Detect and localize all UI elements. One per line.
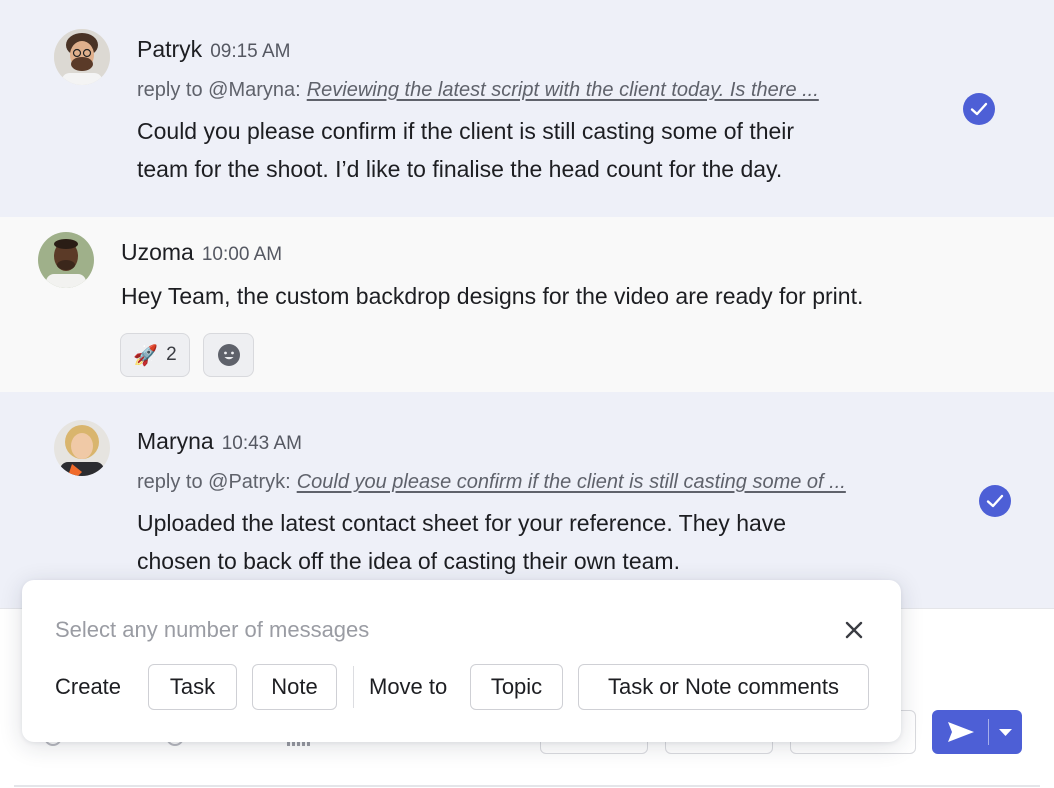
message-uzoma[interactable]: Uzoma 10:00 AM Hey Team, the custom back… bbox=[0, 217, 1054, 392]
add-reaction-icon bbox=[217, 344, 240, 366]
message-time: 09:15 AM bbox=[210, 41, 291, 62]
author-line: Patryk 09:15 AM bbox=[137, 36, 290, 63]
reply-prefix: reply to @Patryk: bbox=[137, 471, 291, 493]
add-reaction-button[interactable] bbox=[203, 333, 254, 377]
author-name: Maryna bbox=[137, 428, 214, 454]
avatar-patryk bbox=[54, 29, 110, 85]
message-body-line: Uploaded the latest contact sheet for yo… bbox=[137, 510, 787, 536]
rocket-icon: 🚀 bbox=[133, 344, 159, 367]
selection-hint: Select any number of messages bbox=[55, 617, 370, 642]
author-line: Maryna 10:43 AM bbox=[137, 428, 302, 455]
reply-quote-link[interactable]: Could you please confirm if the client i… bbox=[297, 471, 846, 493]
message-time: 10:00 AM bbox=[201, 244, 283, 265]
selected-check-icon[interactable] bbox=[979, 485, 1011, 517]
move-to-task-note-comments-button[interactable]: Task or Note comments bbox=[578, 664, 869, 710]
close-button[interactable] bbox=[840, 616, 868, 644]
divider bbox=[14, 785, 1040, 787]
message-maryna[interactable]: Maryna 10:43 AM reply to @Patryk: Could y… bbox=[0, 392, 1054, 608]
author-name: Patryk bbox=[137, 36, 203, 62]
separator bbox=[353, 666, 354, 708]
reply-prefix: reply to @Maryna: bbox=[137, 79, 301, 101]
selected-check-icon[interactable] bbox=[963, 93, 995, 125]
create-task-button[interactable]: Task bbox=[148, 664, 237, 710]
reply-quote-link[interactable]: Reviewing the latest script with the cli… bbox=[307, 79, 819, 101]
message-selection-bar: Select any number of messages Create Tas… bbox=[22, 580, 901, 742]
reply-reference: reply to @Maryna: Reviewing the latest sc… bbox=[137, 79, 819, 102]
reactions-row: 🚀 2 bbox=[120, 333, 254, 377]
avatar-maryna bbox=[54, 420, 110, 476]
reaction-count: 2 bbox=[166, 344, 177, 365]
message-time: 10:43 AM bbox=[221, 433, 302, 454]
send-button[interactable] bbox=[932, 710, 1022, 754]
create-label: Create bbox=[55, 674, 122, 699]
message-body: Uploaded the latest contact sheet for yo… bbox=[137, 504, 786, 580]
message-body: Could you please confirm if the client i… bbox=[137, 112, 794, 188]
create-note-button[interactable]: Note bbox=[252, 664, 337, 710]
message-body-line: Hey Team, the custom backdrop designs fo… bbox=[121, 283, 864, 309]
message-body-line: chosen to back off the idea of casting t… bbox=[137, 548, 680, 574]
move-to-label: Move to bbox=[369, 674, 448, 699]
chevron-down-icon[interactable] bbox=[989, 710, 1022, 754]
message-patryk[interactable]: Patryk 09:15 AM reply to @Maryna: Reviewi… bbox=[0, 0, 1054, 217]
send-icon bbox=[948, 722, 974, 742]
close-icon bbox=[845, 621, 863, 639]
author-line: Uzoma 10:00 AM bbox=[121, 239, 282, 266]
message-body-line: Could you please confirm if the client i… bbox=[137, 118, 795, 144]
avatar-uzoma bbox=[38, 232, 94, 288]
reaction-rocket[interactable]: 🚀 2 bbox=[120, 333, 190, 377]
reply-reference: reply to @Patryk: Could you please confir… bbox=[137, 471, 846, 494]
author-name: Uzoma bbox=[121, 239, 194, 265]
move-to-topic-button[interactable]: Topic bbox=[470, 664, 563, 710]
message-body-line: team for the shoot. I’d like to finalise… bbox=[137, 156, 783, 182]
message-body: Hey Team, the custom backdrop designs fo… bbox=[121, 277, 863, 315]
